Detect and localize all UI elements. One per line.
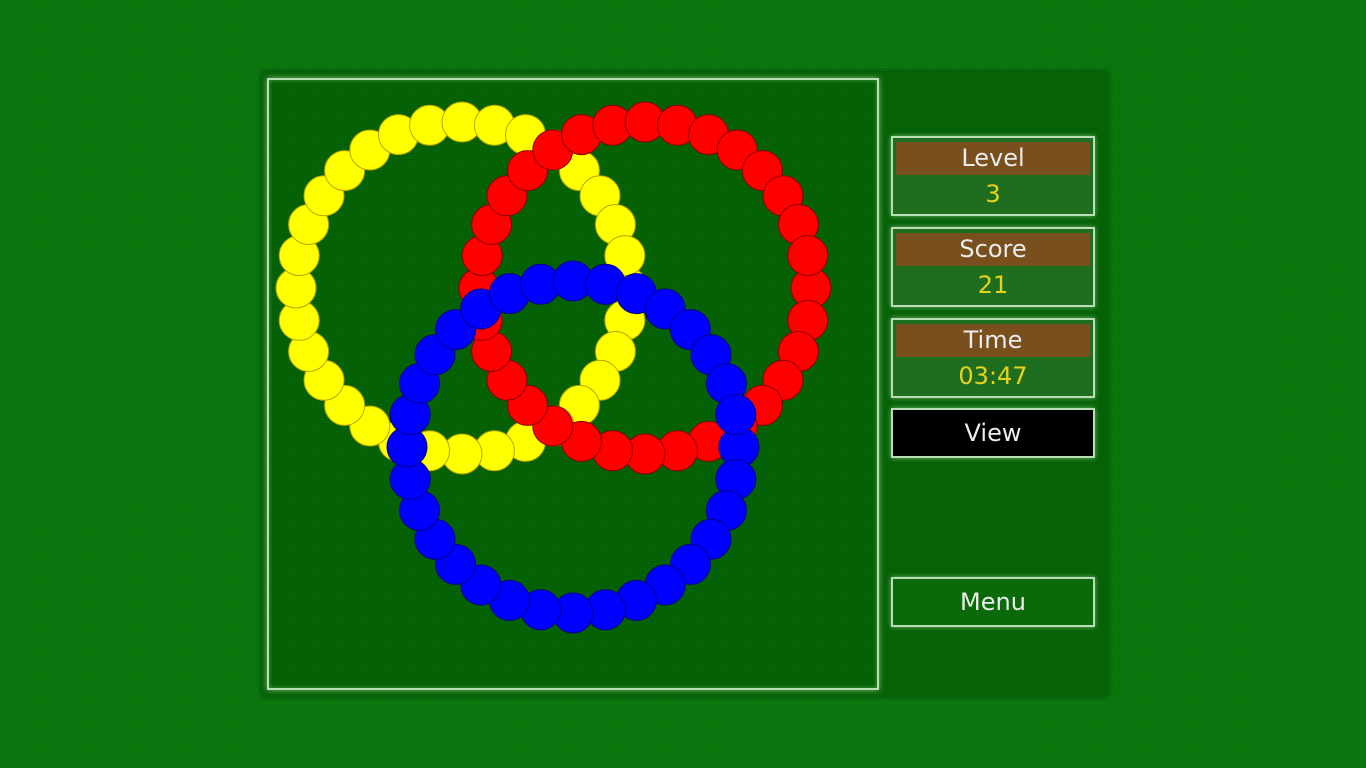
- view-button[interactable]: View: [891, 408, 1095, 458]
- game-board[interactable]: [267, 78, 879, 690]
- time-label: Time: [896, 324, 1090, 357]
- score-box: Score 21: [891, 227, 1095, 307]
- score-value: 21: [977, 271, 1009, 299]
- time-value: 03:47: [958, 362, 1028, 390]
- rings-layer[interactable]: [267, 78, 879, 690]
- level-label: Level: [896, 142, 1090, 175]
- menu-button[interactable]: Menu: [891, 577, 1095, 627]
- time-box: Time 03:47: [891, 318, 1095, 398]
- level-value: 3: [985, 180, 1001, 208]
- level-box: Level 3: [891, 136, 1095, 216]
- red-ball[interactable]: [787, 235, 829, 277]
- blue-ball[interactable]: [715, 394, 757, 436]
- score-label: Score: [896, 233, 1090, 266]
